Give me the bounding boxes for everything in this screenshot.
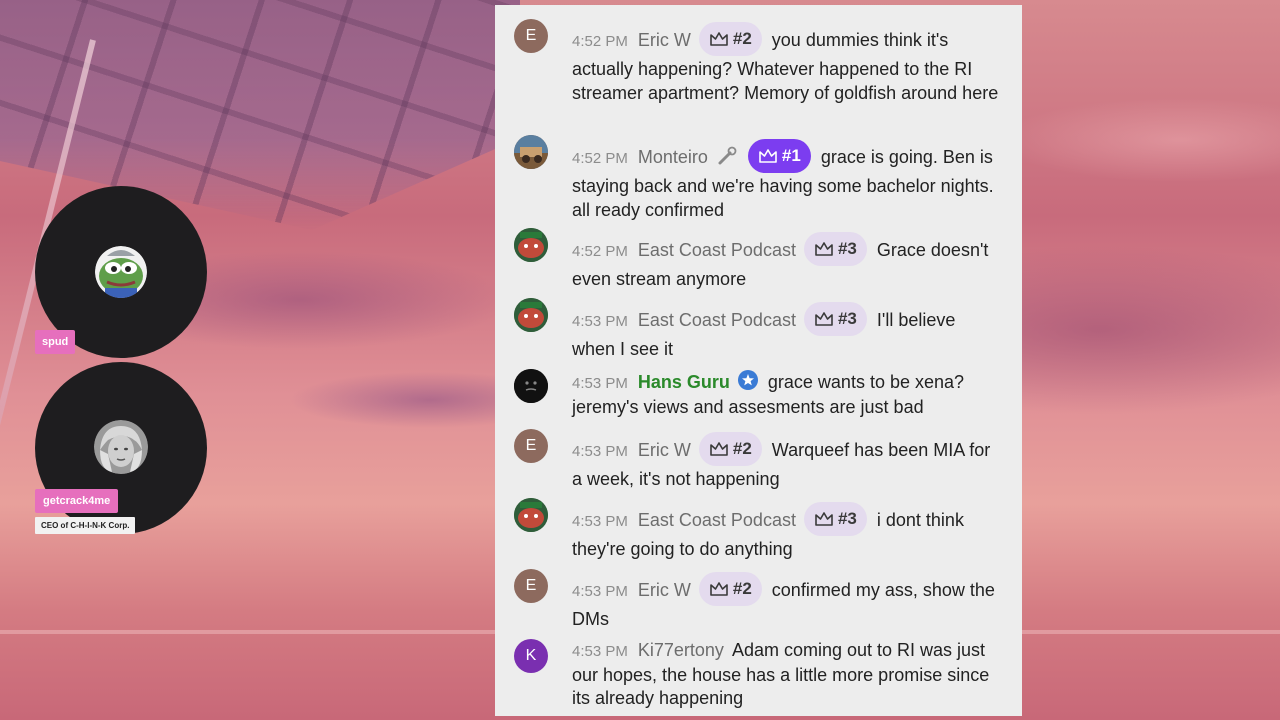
message-text: confirmed my ass, show the DMs (572, 579, 995, 629)
voice-tag-getcrack4me: getcrack4me (35, 489, 119, 513)
voice-tag-spud: spud (35, 330, 76, 354)
podcast-avatar[interactable] (514, 228, 548, 262)
message-time: 4:52 PM (572, 242, 628, 260)
rank-badge: #3 (803, 302, 867, 336)
photo-avatar[interactable] (514, 135, 548, 169)
message-time: 4:52 PM (572, 149, 628, 167)
message-text: Adam coming out to RI was just our hopes… (572, 640, 990, 708)
crown-icon (815, 312, 833, 326)
letter-avatar[interactable]: E (514, 569, 548, 603)
message-time: 4:53 PM (572, 375, 628, 392)
rank-badge: #3 (803, 232, 867, 266)
podcast-avatar[interactable] (514, 298, 548, 332)
message-text: Warqueef has been MIA for a week, it's n… (572, 439, 991, 489)
message-time: 4:53 PM (572, 442, 628, 460)
podcast-avatar[interactable] (514, 498, 548, 532)
username[interactable]: Eric W (638, 440, 691, 460)
username[interactable]: East Coast Podcast (638, 240, 796, 260)
rank-badge: #2 (698, 432, 762, 466)
chat-panel[interactable]: E 4:52 PM Eric W #2 you dummies think it's … (495, 5, 1022, 716)
message-time: 4:52 PM (572, 32, 628, 50)
crown-icon (710, 32, 728, 46)
pepe-avatar-icon (95, 246, 147, 298)
wrench-icon (716, 145, 738, 167)
rank-badge: #3 (803, 502, 867, 536)
crown-icon (710, 442, 728, 456)
username[interactable]: East Coast Podcast (638, 310, 796, 330)
message-text: grace wants to be xena? jeremy's views a… (572, 372, 965, 417)
voice-subtitle-getcrack4me: CEO of C-H-I-N-K Corp. (35, 517, 136, 534)
message-time: 4:53 PM (572, 582, 628, 600)
rank-badge: #1 (747, 139, 811, 173)
rank-badge: #2 (698, 572, 762, 606)
rank-badge: #2 (698, 22, 762, 56)
crown-icon (710, 582, 728, 596)
message-time: 4:53 PM (572, 643, 628, 660)
letter-avatar[interactable]: E (514, 19, 548, 53)
username[interactable]: Eric W (638, 30, 691, 50)
username[interactable]: Monteiro (638, 147, 708, 167)
username[interactable]: Eric W (638, 580, 691, 600)
crown-icon (759, 149, 777, 163)
letter-avatar[interactable]: E (514, 429, 548, 463)
username[interactable]: East Coast Podcast (638, 510, 796, 530)
portrait-avatar-icon (94, 420, 148, 474)
dark-avatar[interactable] (514, 369, 548, 403)
message-text: you dummies think it's actually happenin… (572, 29, 999, 103)
verified-star-icon (737, 370, 758, 391)
message-time: 4:53 PM (572, 312, 628, 330)
username[interactable]: Hans Guru (638, 372, 730, 392)
username[interactable]: Ki77ertony (638, 640, 724, 660)
crown-icon (815, 512, 833, 526)
letter-avatar[interactable]: K (514, 639, 548, 673)
message-time: 4:53 PM (572, 512, 628, 530)
crown-icon (815, 242, 833, 256)
